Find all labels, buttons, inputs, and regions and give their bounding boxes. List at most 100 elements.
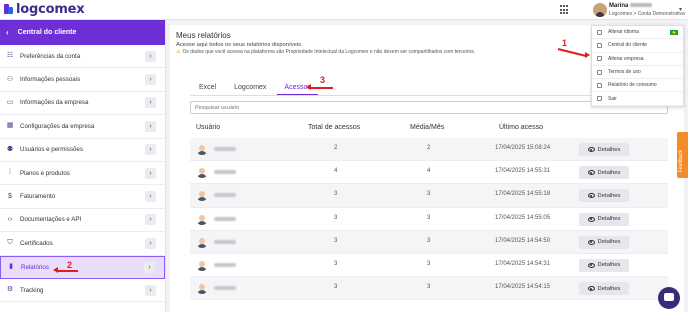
person-icon: ⚇ [6, 75, 14, 83]
chevron-right-icon[interactable]: › [145, 237, 156, 249]
sidebar-item-label: Planos e produtos [20, 169, 70, 177]
ultimo-acesso-cell: 17/04/2025 14:54:31 [495, 260, 551, 267]
chevron-down-icon[interactable]: ▾ [679, 6, 682, 13]
chevron-right-icon[interactable]: › [145, 50, 156, 62]
chevron-right-icon[interactable]: › [145, 214, 156, 226]
details-button[interactable]: Detalhes [579, 258, 629, 272]
chevron-left-icon[interactable]: ‹ [6, 28, 9, 37]
column-header-media: Média/Mês [410, 124, 445, 131]
language-icon [597, 29, 602, 35]
sidebar-item-configuracoes-empresa[interactable]: ▦ Configurações da empresa › [0, 115, 165, 139]
details-button[interactable]: Detalhes [579, 212, 629, 226]
user-account: Logcomex > Conta Demonstrativa [609, 11, 685, 17]
total-cell: 3 [334, 260, 338, 267]
total-cell: 4 [334, 168, 338, 175]
sidebar-item-tracking[interactable]: ⚙ Tracking › [0, 279, 165, 303]
details-button[interactable]: Detalhes [579, 282, 629, 296]
ultimo-acesso-cell: 17/04/2025 14:55:05 [495, 214, 551, 221]
chevron-right-icon[interactable]: › [145, 191, 156, 203]
sidebar-item-label: Faturamento [20, 193, 56, 201]
logcomex-logo[interactable]: logcomex [4, 2, 85, 17]
user-name-redacted [214, 262, 236, 267]
chevron-right-icon[interactable]: › [145, 120, 156, 132]
eye-icon [587, 170, 595, 176]
menu-item-sair[interactable]: Sair [592, 92, 683, 106]
menu-item-label: Alterar idioma [608, 29, 639, 36]
total-cell: 2 [334, 145, 338, 151]
sidebar-item-planos-produtos[interactable]: ⁞ Planos e produtos › [0, 162, 165, 186]
menu-item-relatorio-consumo[interactable]: Relatório de consumo [592, 79, 683, 93]
menu-item-label: Relatório de consumo [608, 82, 657, 89]
eye-icon [587, 262, 595, 268]
dollar-icon: $ [8, 192, 12, 200]
user-first-name: Marina [609, 3, 629, 9]
tab-logcomex[interactable]: Logcomex [227, 82, 273, 95]
total-cell: 3 [334, 191, 338, 198]
chevron-right-icon[interactable]: › [145, 74, 156, 86]
ultimo-acesso-cell: 17/04/2025 14:55:31 [495, 168, 551, 175]
sidebar-item-label: Informações da empresa [20, 99, 89, 107]
warning-text: Os dados que você acessa na plataforma s… [182, 49, 476, 55]
user-name-redacted [214, 239, 236, 244]
table-row: 3 3 17/04/2025 14:54:31 Detalhes [190, 254, 668, 278]
sidebar-item-relatorios[interactable]: ▮ Relatórios › [0, 255, 165, 279]
table-row: 3 3 17/04/2025 14:54:50 Detalhes [190, 230, 668, 254]
sidebar-item-informacoes-empresa[interactable]: ▭ Informações da empresa › [0, 92, 165, 116]
eye-icon [587, 216, 595, 222]
annotation-number-1: 1 [562, 38, 568, 48]
sidebar-item-certificados[interactable]: ⛉ Certificados › [0, 232, 165, 256]
chevron-right-icon[interactable]: › [145, 284, 156, 296]
details-button[interactable]: Detalhes [579, 189, 629, 203]
menu-item-central-cliente[interactable]: Central do cliente [592, 39, 683, 53]
avatar [196, 236, 208, 248]
chevron-right-icon[interactable]: › [144, 261, 155, 273]
eye-icon [587, 239, 595, 245]
annotation-arrowhead-2 [53, 267, 58, 273]
media-cell: 3 [427, 260, 431, 267]
user-name[interactable]: Marina [609, 3, 653, 9]
column-header-usuario: Usuário [196, 124, 221, 131]
tab-excel[interactable]: Excel [192, 82, 223, 95]
report-icon [597, 82, 602, 88]
menu-item-alterar-empresa[interactable]: Alterar empresa [592, 53, 683, 66]
sidebar-item-preferencias[interactable]: ☷ Preferências da conta › [0, 45, 165, 69]
apps-grid-icon[interactable] [560, 5, 570, 15]
ultimo-acesso-cell: 17/04/2025 14:54:50 [495, 237, 551, 244]
total-cell: 3 [334, 237, 338, 244]
sidebar-item-label: Preferências da conta [20, 52, 81, 60]
users-icon: ⚉ [6, 145, 14, 153]
chevron-right-icon[interactable]: › [145, 167, 156, 179]
menu-item-alterar-idioma[interactable]: Alterar idioma [592, 26, 683, 40]
ultimo-acesso-cell: 17/04/2025 15:08:24 [495, 145, 551, 151]
sidebar-item-label: Documentações e API [20, 216, 82, 224]
sidebar-item-informacoes-pessoais[interactable]: ⚇ Informações pessoais › [0, 68, 165, 92]
chevron-right-icon[interactable]: › [145, 97, 156, 109]
column-header-total: Total de acessos [308, 124, 361, 131]
building-icon: ▦ [6, 122, 14, 130]
sidebar-item-faturamento[interactable]: $ Faturamento › [0, 185, 165, 209]
details-button[interactable]: Detalhes [579, 143, 629, 156]
menu-item-termos-uso[interactable]: Termos de uso [592, 66, 683, 80]
sidebar-title: Central do cliente [17, 29, 77, 36]
annotation-arrow-3 [311, 87, 333, 89]
eye-icon [587, 286, 595, 292]
chevron-right-icon[interactable]: › [145, 144, 156, 156]
menu-item-label: Termos de uso [608, 69, 641, 76]
user-name-redacted [214, 147, 236, 151]
details-button[interactable]: Detalhes [579, 235, 629, 249]
sidebar-item-documentacoes-api[interactable]: ‹› Documentações e API › [0, 209, 165, 233]
gear-icon: ⚙ [6, 286, 14, 294]
sidebar-item-label: Informações pessoais [20, 76, 81, 84]
user-dropdown-menu: Alterar idioma Central do cliente Altera… [591, 25, 684, 107]
logout-icon [597, 96, 602, 102]
menu-item-label: Sair [608, 95, 617, 102]
sidebar-item-usuarios-permissoes[interactable]: ⚉ Usuários e permissões › [0, 139, 165, 162]
code-icon: ‹› [7, 215, 13, 223]
tab-acessos[interactable]: Acessos [277, 82, 318, 95]
user-last-name-redacted [630, 3, 653, 8]
chat-button[interactable] [658, 287, 680, 309]
feedback-tab[interactable]: Feedback [677, 132, 688, 178]
details-button[interactable]: Detalhes [579, 166, 629, 180]
user-avatar[interactable] [593, 3, 607, 17]
user-name-redacted [214, 193, 236, 198]
